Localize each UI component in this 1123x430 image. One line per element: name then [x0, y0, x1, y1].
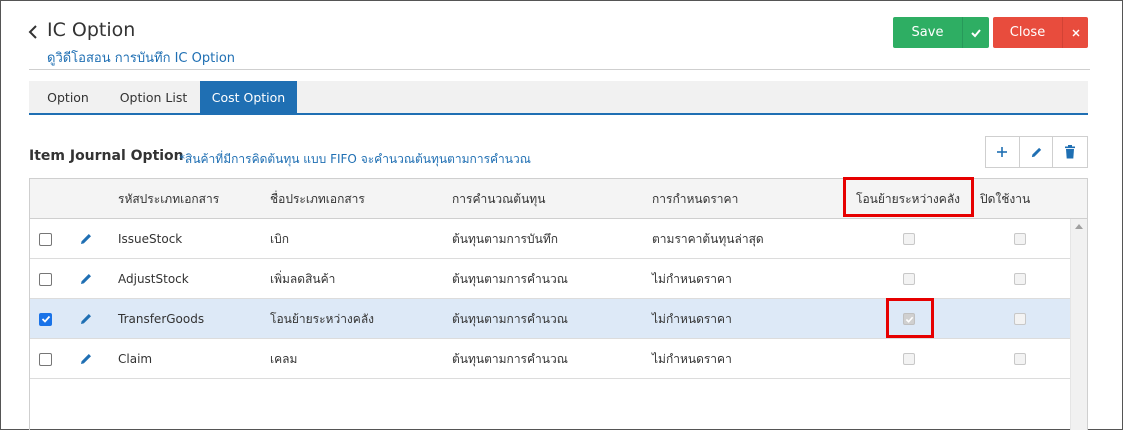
check-icon — [41, 315, 50, 323]
save-options-button[interactable] — [962, 17, 989, 48]
close-icon — [1072, 29, 1079, 36]
check-icon — [971, 28, 981, 37]
cell-name: เคลม — [270, 351, 298, 366]
cell-cost-calc: ต้นทุนตามการคำนวณ — [452, 311, 568, 326]
transfer-checkbox — [903, 313, 915, 325]
transfer-checkbox — [903, 353, 915, 365]
item-journal-grid: รหัสประเภทเอกสาร ชื่อประเภทเอกสาร การคำน… — [29, 178, 1088, 430]
row-edit-button[interactable] — [79, 299, 93, 339]
row-select-checkbox[interactable] — [39, 352, 52, 366]
page-title: IC Option — [47, 19, 136, 41]
tab-cost-option[interactable]: Cost Option — [200, 81, 297, 113]
disabled-checkbox — [1014, 313, 1026, 325]
cell-cost-calc: ต้นทุนตามการคำนวณ — [452, 351, 568, 366]
plus-icon — [997, 147, 1008, 157]
cell-code: AdjustStock — [118, 272, 189, 286]
add-button[interactable] — [986, 137, 1020, 167]
header-divider — [29, 69, 1090, 70]
disabled-checkbox — [1014, 233, 1026, 245]
cell-pricing: ไม่กำหนดราคา — [652, 311, 732, 326]
cell-pricing: ตามราคาต้นทุนล่าสุด — [652, 231, 764, 246]
close-x-button[interactable] — [1062, 17, 1088, 48]
col-disabled[interactable]: ปิดใช้งาน — [980, 179, 1030, 219]
table-row-selected[interactable]: TransferGoods โอนย้ายระหว่างคลัง ต้นทุนต… — [30, 299, 1070, 339]
cell-name: เบิก — [270, 231, 289, 246]
disabled-checkbox — [1014, 353, 1026, 365]
close-button[interactable]: Close — [993, 17, 1062, 48]
cell-code: IssueStock — [118, 232, 183, 246]
row-select-checkbox[interactable] — [39, 312, 52, 326]
transfer-checkbox — [903, 233, 915, 245]
tab-bar: Option Option List Cost Option — [29, 81, 1088, 115]
section-title: Item Journal Option — [29, 148, 184, 164]
col-transfer[interactable]: โอนย้ายระหว่างคลัง — [856, 179, 960, 219]
grid-header: รหัสประเภทเอกสาร ชื่อประเภทเอกสาร การคำน… — [30, 179, 1087, 219]
pencil-icon — [81, 314, 91, 324]
pencil-icon — [81, 354, 91, 364]
row-edit-button[interactable] — [79, 219, 93, 259]
cell-name: โอนย้ายระหว่างคลัง — [270, 311, 375, 326]
pencil-icon — [81, 274, 91, 284]
pencil-icon — [1031, 147, 1041, 157]
tab-option-list[interactable]: Option List — [107, 81, 200, 113]
delete-button[interactable] — [1053, 137, 1087, 167]
edit-button[interactable] — [1020, 137, 1054, 167]
save-button[interactable]: Save — [893, 17, 962, 48]
back-arrow-icon[interactable] — [26, 20, 42, 44]
table-row[interactable]: AdjustStock เพิ่มลดสินค้า ต้นทุนตามการคำ… — [30, 259, 1070, 299]
disabled-checkbox — [1014, 273, 1026, 285]
grid-toolbar — [985, 136, 1088, 168]
col-cost-calc[interactable]: การคำนวณต้นทุน — [452, 179, 545, 219]
col-doc-type-name[interactable]: ชื่อประเภทเอกสาร — [270, 179, 365, 219]
table-row[interactable]: IssueStock เบิก ต้นทุนตามการบันทึก ตามรา… — [30, 219, 1070, 259]
pencil-icon — [81, 234, 91, 244]
vertical-scrollbar[interactable] — [1070, 219, 1087, 430]
col-pricing[interactable]: การกำหนดราคา — [652, 179, 738, 219]
section-note: *สินค้าที่มีการคิดต้นทุน แบบ FIFO จะคำนว… — [179, 152, 531, 166]
cell-cost-calc: ต้นทุนตามการคำนวณ — [452, 271, 568, 286]
tutorial-video-link[interactable]: ดูวิดีโอสอน การบันทึก IC Option — [47, 47, 235, 68]
row-select-checkbox[interactable] — [39, 232, 52, 246]
check-icon — [905, 316, 913, 323]
cell-pricing: ไม่กำหนดราคา — [652, 271, 732, 286]
cell-pricing: ไม่กำหนดราคา — [652, 351, 732, 366]
row-edit-button[interactable] — [79, 259, 93, 299]
cell-cost-calc: ต้นทุนตามการบันทึก — [452, 231, 558, 246]
cell-code: TransferGoods — [118, 312, 205, 326]
cell-name: เพิ่มลดสินค้า — [270, 271, 336, 286]
cell-code: Claim — [118, 352, 153, 366]
scroll-up-icon[interactable] — [1075, 224, 1083, 229]
row-edit-button[interactable] — [79, 339, 93, 379]
transfer-checkbox — [903, 273, 915, 285]
row-select-checkbox[interactable] — [39, 272, 52, 286]
table-row[interactable]: Claim เคลม ต้นทุนตามการคำนวณ ไม่กำหนดราค… — [30, 339, 1070, 379]
tab-option[interactable]: Option — [29, 81, 107, 113]
col-doc-type-code[interactable]: รหัสประเภทเอกสาร — [118, 179, 219, 219]
trash-icon — [1065, 145, 1076, 159]
